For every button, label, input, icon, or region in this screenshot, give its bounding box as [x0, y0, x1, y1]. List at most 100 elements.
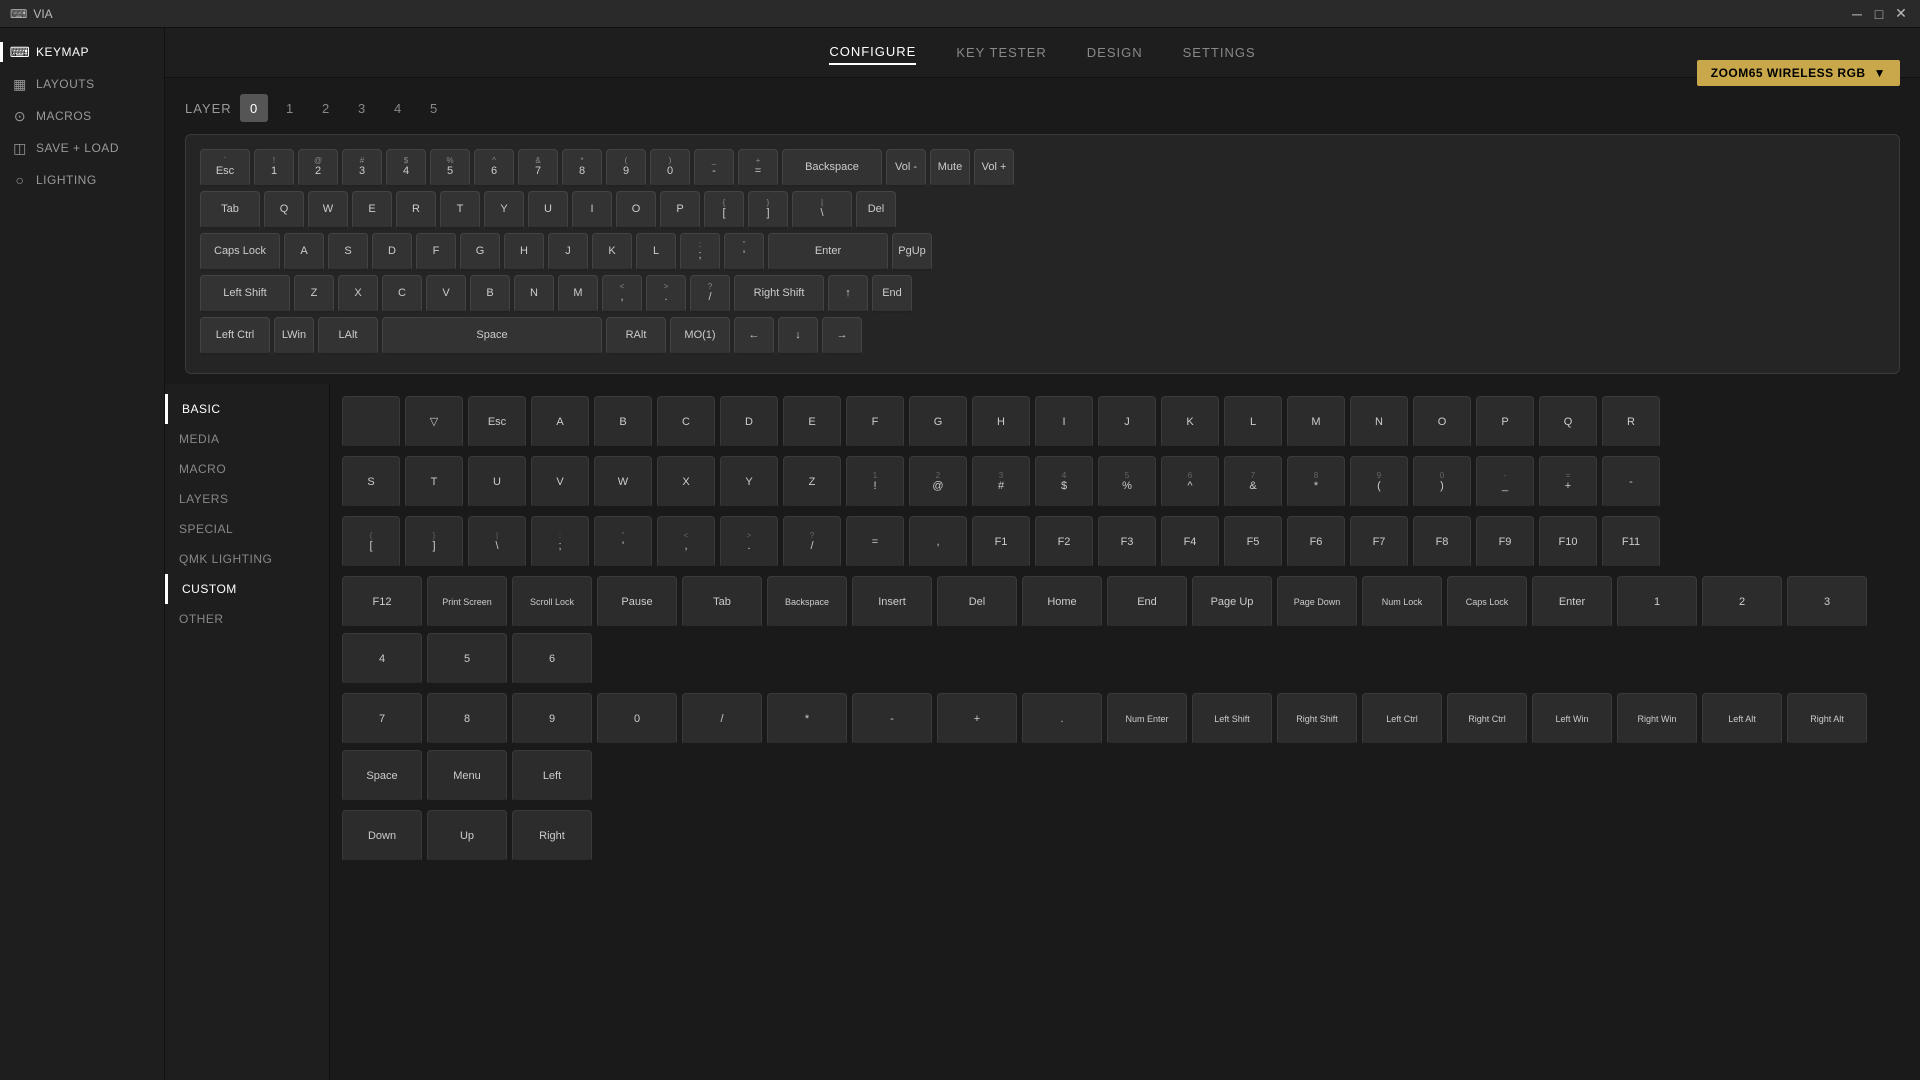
kp-r[interactable]: R — [1602, 396, 1660, 448]
key-8[interactable]: *8 — [562, 149, 602, 187]
key-backslash[interactable]: |\ — [792, 191, 852, 229]
key-6[interactable]: ^6 — [474, 149, 514, 187]
kp-f8[interactable]: F8 — [1413, 516, 1471, 568]
layer-1[interactable]: 1 — [276, 94, 304, 122]
sidebar-item-layouts[interactable]: ▦ LAYOUTS — [0, 68, 164, 100]
kp-cat-basic[interactable]: BASIC — [165, 394, 329, 424]
key-del[interactable]: Del — [856, 191, 896, 229]
key-v[interactable]: V — [426, 275, 466, 313]
kp-l[interactable]: L — [1224, 396, 1282, 448]
kp-end2[interactable]: End — [1107, 576, 1187, 628]
kp-numlock[interactable]: Num Lock — [1362, 576, 1442, 628]
kp-empty[interactable] — [342, 396, 400, 448]
kp-f7[interactable]: F7 — [1350, 516, 1408, 568]
kp-f1[interactable]: F1 — [972, 516, 1030, 568]
key-b[interactable]: B — [470, 275, 510, 313]
kp-f2[interactable]: F2 — [1035, 516, 1093, 568]
kp-equal[interactable]: = — [846, 516, 904, 568]
key-x[interactable]: X — [338, 275, 378, 313]
kp-numenter[interactable]: Num Enter — [1107, 693, 1187, 745]
kp-printscreen[interactable]: Print Screen — [427, 576, 507, 628]
kp-excl[interactable]: 1! — [846, 456, 904, 508]
key-w[interactable]: W — [308, 191, 348, 229]
kp-num5[interactable]: 5 — [427, 633, 507, 685]
key-z[interactable]: Z — [294, 275, 334, 313]
key-u[interactable]: U — [528, 191, 568, 229]
layer-2[interactable]: 2 — [312, 94, 340, 122]
layer-4[interactable]: 4 — [384, 94, 412, 122]
kp-n[interactable]: N — [1350, 396, 1408, 448]
key-lalt[interactable]: LAlt — [318, 317, 378, 355]
kp-up[interactable]: Up — [427, 810, 507, 862]
key-backspace[interactable]: Backspace — [782, 149, 882, 187]
key-minus[interactable]: _- — [694, 149, 734, 187]
key-j[interactable]: J — [548, 233, 588, 271]
kp-comma2[interactable]: , — [909, 516, 967, 568]
key-equals[interactable]: += — [738, 149, 778, 187]
key-comma[interactable]: <, — [602, 275, 642, 313]
topnav-settings[interactable]: SETTINGS — [1183, 41, 1256, 64]
kp-hash[interactable]: 3# — [972, 456, 1030, 508]
kp-cat-special[interactable]: SPECIAL — [165, 514, 329, 544]
kp-rbracket2[interactable]: }] — [405, 516, 463, 568]
kp-del2[interactable]: Del — [937, 576, 1017, 628]
kp-f5[interactable]: F5 — [1224, 516, 1282, 568]
kp-numdot[interactable]: . — [1022, 693, 1102, 745]
key-3[interactable]: #3 — [342, 149, 382, 187]
kp-rightwin[interactable]: Right Win — [1617, 693, 1697, 745]
kp-cat-custom[interactable]: CUSTOM — [165, 574, 329, 604]
kp-f12[interactable]: F12 — [342, 576, 422, 628]
kp-lt[interactable]: <, — [657, 516, 715, 568]
key-end[interactable]: End — [872, 275, 912, 313]
key-rbracket[interactable]: }] — [748, 191, 788, 229]
key-h[interactable]: H — [504, 233, 544, 271]
key-slash[interactable]: ?/ — [690, 275, 730, 313]
key-p[interactable]: P — [660, 191, 700, 229]
key-mute[interactable]: Mute — [930, 149, 970, 187]
key-lwin[interactable]: LWin — [274, 317, 314, 355]
key-left-arrow[interactable]: ← — [734, 317, 774, 355]
kp-esc[interactable]: Esc — [468, 396, 526, 448]
key-vol-up[interactable]: Vol + — [974, 149, 1014, 187]
kp-numstar[interactable]: * — [767, 693, 847, 745]
kp-plus[interactable]: =+ — [1539, 456, 1597, 508]
kp-scrolllock[interactable]: Scroll Lock — [512, 576, 592, 628]
kp-f11[interactable]: F11 — [1602, 516, 1660, 568]
kp-e[interactable]: E — [783, 396, 841, 448]
kp-v[interactable]: V — [531, 456, 589, 508]
kp-i[interactable]: I — [1035, 396, 1093, 448]
kp-gt[interactable]: >. — [720, 516, 778, 568]
kp-f[interactable]: F — [846, 396, 904, 448]
topnav-design[interactable]: DESIGN — [1087, 41, 1143, 64]
key-right-shift[interactable]: Right Shift — [734, 275, 824, 313]
kp-num3[interactable]: 3 — [1787, 576, 1867, 628]
key-f[interactable]: F — [416, 233, 456, 271]
kp-amp[interactable]: 7& — [1224, 456, 1282, 508]
key-l[interactable]: L — [636, 233, 676, 271]
kp-lparen[interactable]: 9( — [1350, 456, 1408, 508]
topnav-keytester[interactable]: KEY TESTER — [956, 41, 1046, 64]
key-lbracket[interactable]: {[ — [704, 191, 744, 229]
kp-num7[interactable]: 7 — [342, 693, 422, 745]
topnav-configure[interactable]: CONFIGURE — [829, 40, 916, 65]
key-left-shift[interactable]: Left Shift — [200, 275, 290, 313]
key-quote[interactable]: "' — [724, 233, 764, 271]
kp-num9[interactable]: 9 — [512, 693, 592, 745]
key-i[interactable]: I — [572, 191, 612, 229]
kp-rightctrl[interactable]: Right Ctrl — [1447, 693, 1527, 745]
close-button[interactable]: ✕ — [1892, 5, 1910, 23]
kp-right[interactable]: Right — [512, 810, 592, 862]
kp-cat-qmk-lighting[interactable]: QMK LIGHTING — [165, 544, 329, 574]
layer-5[interactable]: 5 — [420, 94, 448, 122]
kp-enter2[interactable]: Enter — [1532, 576, 1612, 628]
kp-u[interactable]: U — [468, 456, 526, 508]
kp-trns[interactable]: ▽ — [405, 396, 463, 448]
key-y[interactable]: Y — [484, 191, 524, 229]
key-9[interactable]: (9 — [606, 149, 646, 187]
key-space[interactable]: Space — [382, 317, 602, 355]
key-t[interactable]: T — [440, 191, 480, 229]
kp-pause[interactable]: Pause — [597, 576, 677, 628]
key-k[interactable]: K — [592, 233, 632, 271]
kp-num4[interactable]: 4 — [342, 633, 422, 685]
kp-question[interactable]: ?/ — [783, 516, 841, 568]
